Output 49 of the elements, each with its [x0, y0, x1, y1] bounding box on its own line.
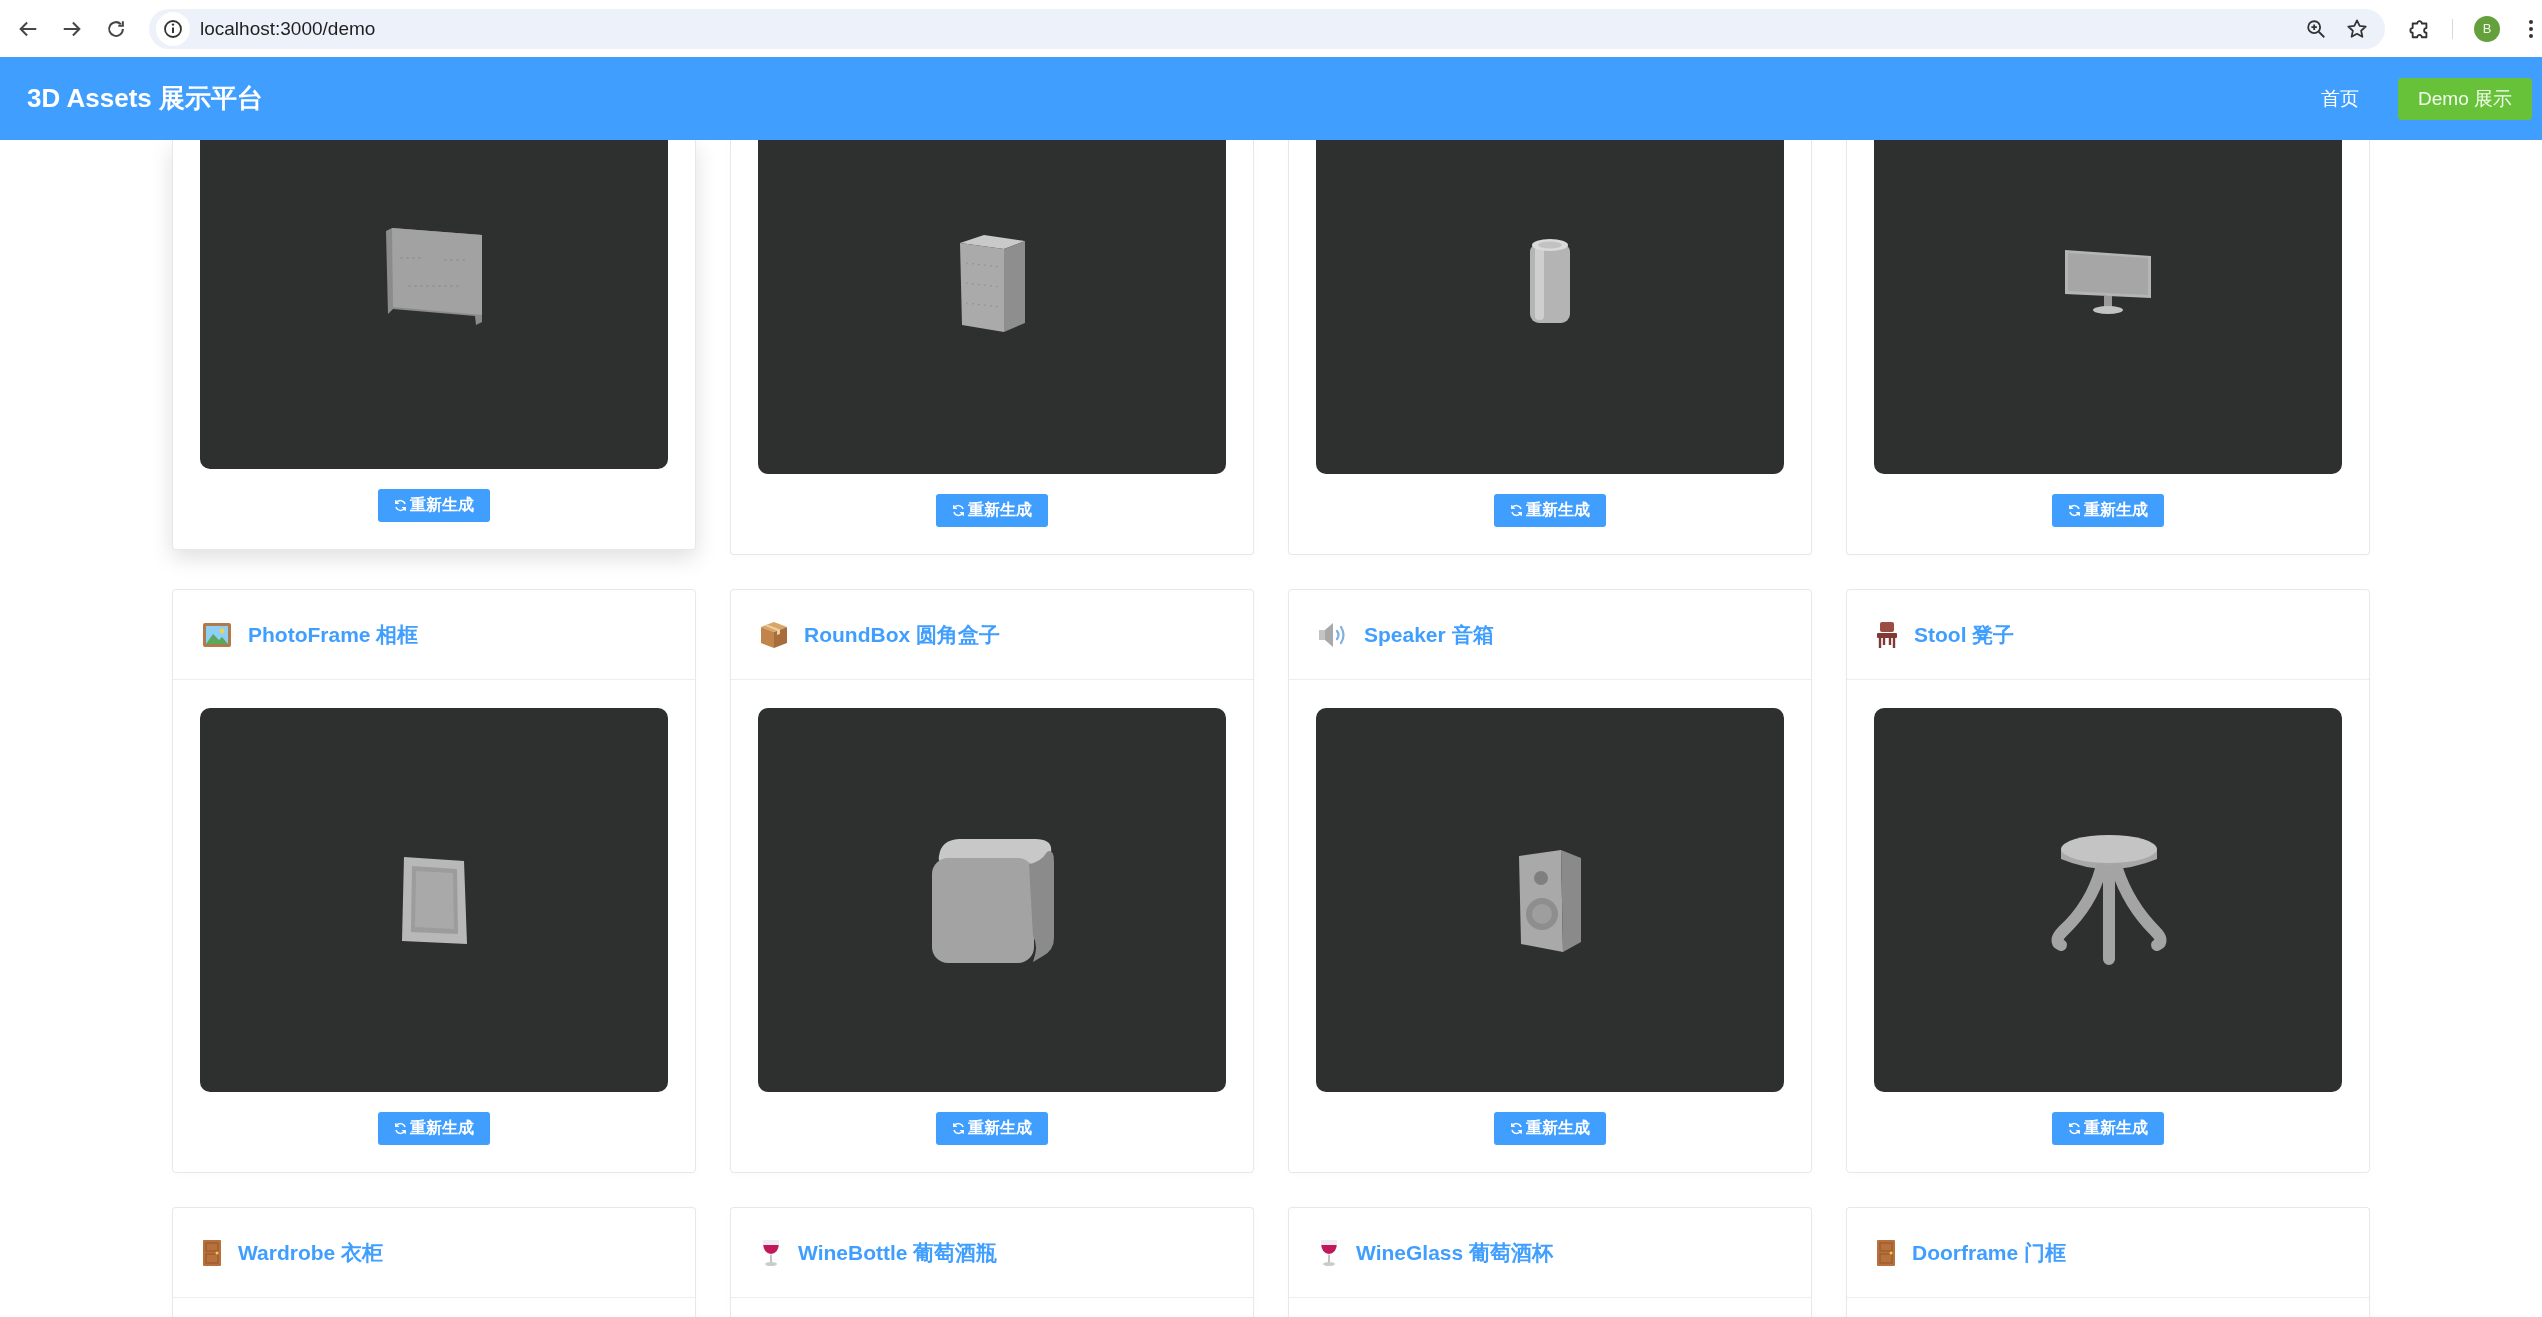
card-title: Doorframe 门框 — [1912, 1239, 2067, 1266]
model-viewer[interactable] — [1316, 140, 1784, 474]
picture-frame-icon — [203, 622, 231, 647]
regenerate-button[interactable]: 重新生成 — [936, 1112, 1048, 1145]
regenerate-button[interactable]: 重新生成 — [1494, 494, 1606, 527]
zoom-icon[interactable] — [2305, 17, 2327, 40]
refresh-icon — [2068, 1122, 2081, 1135]
refresh-icon — [394, 499, 407, 512]
model-viewer[interactable] — [1316, 708, 1784, 1092]
model-viewer[interactable] — [1874, 708, 2342, 1092]
card-title: WineGlass 葡萄酒杯 — [1356, 1239, 1554, 1266]
address-bar[interactable]: localhost:3000/demo — [149, 8, 2385, 49]
card-title: Wardrobe 衣柜 — [238, 1239, 384, 1266]
model-viewer[interactable] — [758, 708, 1226, 1092]
card-title: RoundBox 圆角盒子 — [804, 621, 1000, 648]
refresh-icon — [1510, 504, 1523, 517]
star-icon[interactable] — [2346, 17, 2368, 40]
regenerate-button[interactable]: 重新生成 — [1494, 1112, 1606, 1145]
refresh-icon — [952, 504, 965, 517]
wine-glass-icon — [761, 1239, 781, 1266]
wine-glass-icon — [1319, 1239, 1339, 1266]
info-icon[interactable] — [156, 11, 190, 46]
card-title: Speaker 音箱 — [1364, 621, 1494, 648]
model-viewer[interactable] — [200, 140, 668, 469]
speaker-icon — [1319, 622, 1347, 647]
profile-avatar[interactable]: B — [2474, 15, 2500, 42]
refresh-icon — [1510, 1122, 1523, 1135]
regenerate-button[interactable]: 重新生成 — [378, 489, 490, 522]
cardboard-box-icon — [761, 621, 787, 648]
door-icon — [1877, 1239, 1895, 1266]
regenerate-button[interactable]: 重新生成 — [2052, 1112, 2164, 1145]
card-title: WineBottle 葡萄酒瓶 — [798, 1239, 998, 1266]
nav-link[interactable]: 首页 — [2302, 77, 2379, 120]
site-title: 3D Assets 展示平台 — [27, 82, 263, 115]
regenerate-button[interactable]: 重新生成 — [378, 1112, 490, 1145]
door-icon — [203, 1239, 221, 1266]
model-viewer[interactable] — [1874, 140, 2342, 474]
url-text: localhost:3000/demo — [200, 17, 377, 40]
card-title: Stool 凳子 — [1914, 621, 2015, 648]
regenerate-button[interactable]: 重新生成 — [2052, 494, 2164, 527]
regenerate-button[interactable]: 重新生成 — [936, 494, 1048, 527]
refresh-icon — [952, 1122, 965, 1135]
refresh-icon — [2068, 504, 2081, 517]
model-viewer[interactable] — [758, 140, 1226, 474]
chair-icon — [1877, 621, 1897, 648]
refresh-icon — [394, 1122, 407, 1135]
nav-link[interactable]: Demo 展示 — [2398, 77, 2532, 120]
model-viewer[interactable] — [200, 708, 668, 1092]
card-title: PhotoFrame 相框 — [248, 621, 419, 648]
